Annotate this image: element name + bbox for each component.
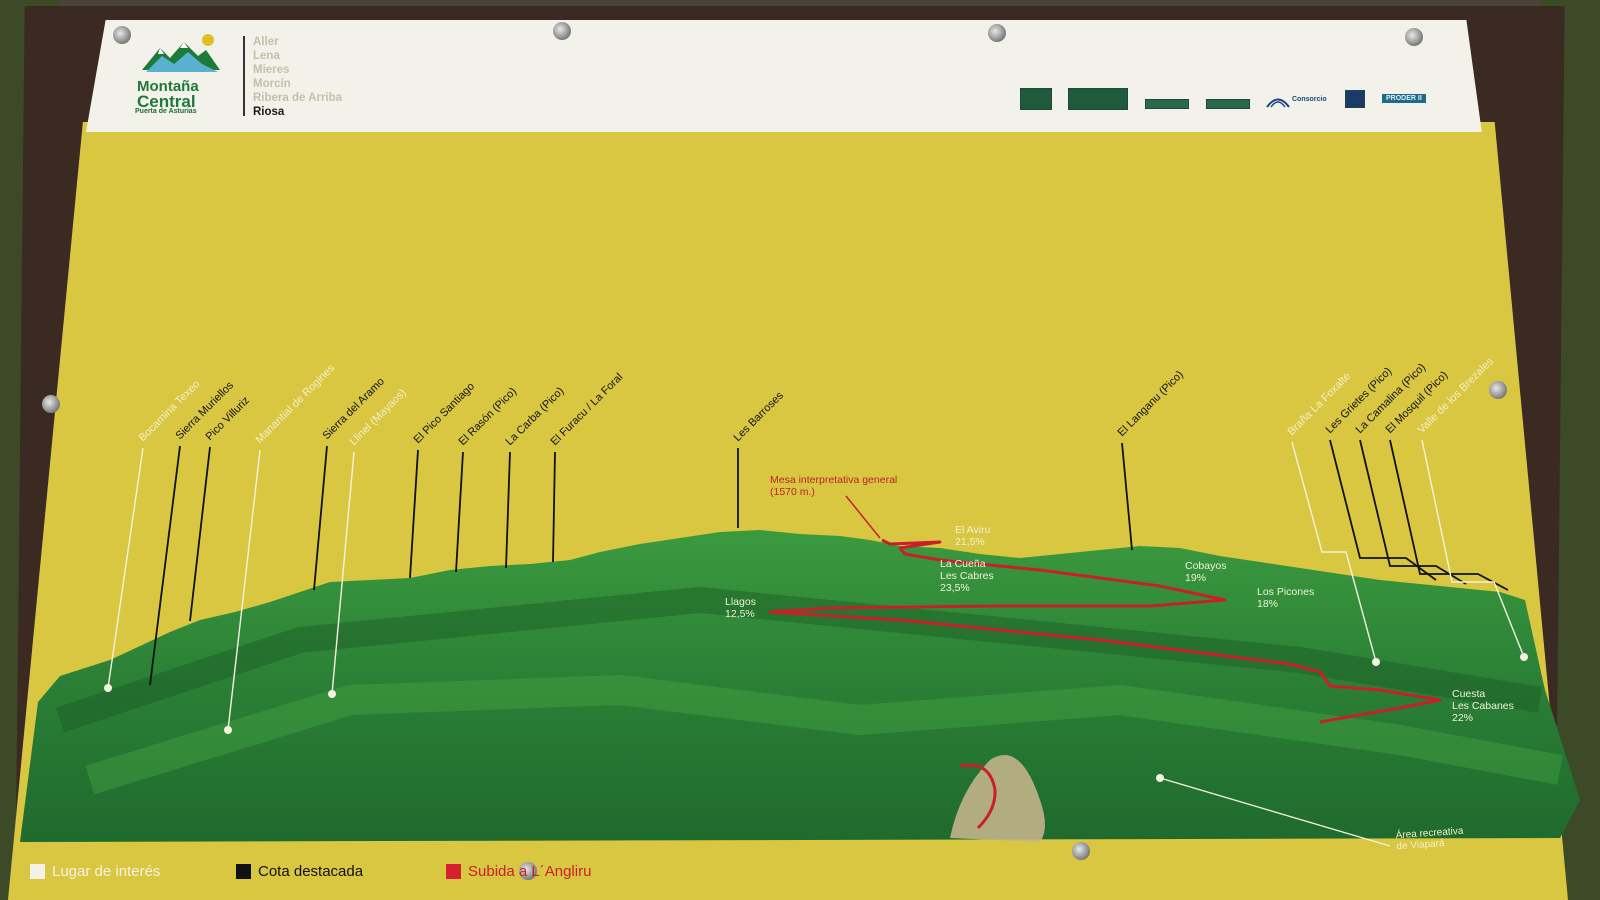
peak-pointer-line — [409, 449, 419, 579]
route-gradient-label: Los Picones 18% — [1257, 586, 1315, 610]
legend-label: Subida a L´Angliru — [468, 863, 592, 880]
peak-pointer-line — [189, 446, 211, 622]
legend-swatch — [30, 864, 45, 879]
peak-pointer-line — [313, 445, 328, 591]
peak-pointer-line — [455, 451, 464, 573]
mesa-pointer-line — [845, 495, 881, 539]
route-gradient-label: La Cueña Les Cabres 23,5% — [940, 558, 994, 594]
legend-item: Cota destacada — [236, 863, 363, 880]
legend-label: Lugar de interés — [52, 863, 161, 880]
legend-item: Subida a L´Angliru — [446, 863, 591, 880]
mesa-interpretativa-label: Mesa interpretativa general (1570 m.) — [770, 474, 898, 498]
legend-item: Lugar de interés — [30, 863, 160, 880]
route-gradient-label: El Aviru 21,5% — [955, 524, 991, 548]
legend-label: Cota destacada — [258, 863, 364, 880]
route-gradient-label: Cuesta Les Cabanes 22% — [1452, 688, 1514, 724]
route-gradient-label: Llagos 12,5% — [725, 596, 756, 620]
legend-swatch — [236, 864, 251, 879]
legend-swatch — [446, 864, 461, 879]
mountain-panorama — [20, 439, 1580, 847]
interest-point-marker — [1372, 658, 1380, 666]
interest-point-marker — [104, 684, 112, 692]
interest-point-marker — [1520, 653, 1528, 661]
route-gradient-label: Cobayos 19% — [1185, 560, 1227, 584]
interest-point-marker — [224, 726, 232, 734]
area-recreativa-label: Área recreativa de Viapará — [1395, 825, 1464, 853]
interest-point-marker — [328, 690, 336, 698]
peak-pointer-line — [505, 451, 511, 569]
photo-scene: Montaña Central Puerta de Asturias Aller… — [0, 0, 1600, 900]
peak-pointer-line — [1329, 439, 1437, 581]
peak-pointer-line — [1121, 442, 1133, 551]
peak-pointer-line — [552, 451, 556, 563]
interest-point-marker — [1156, 774, 1164, 782]
